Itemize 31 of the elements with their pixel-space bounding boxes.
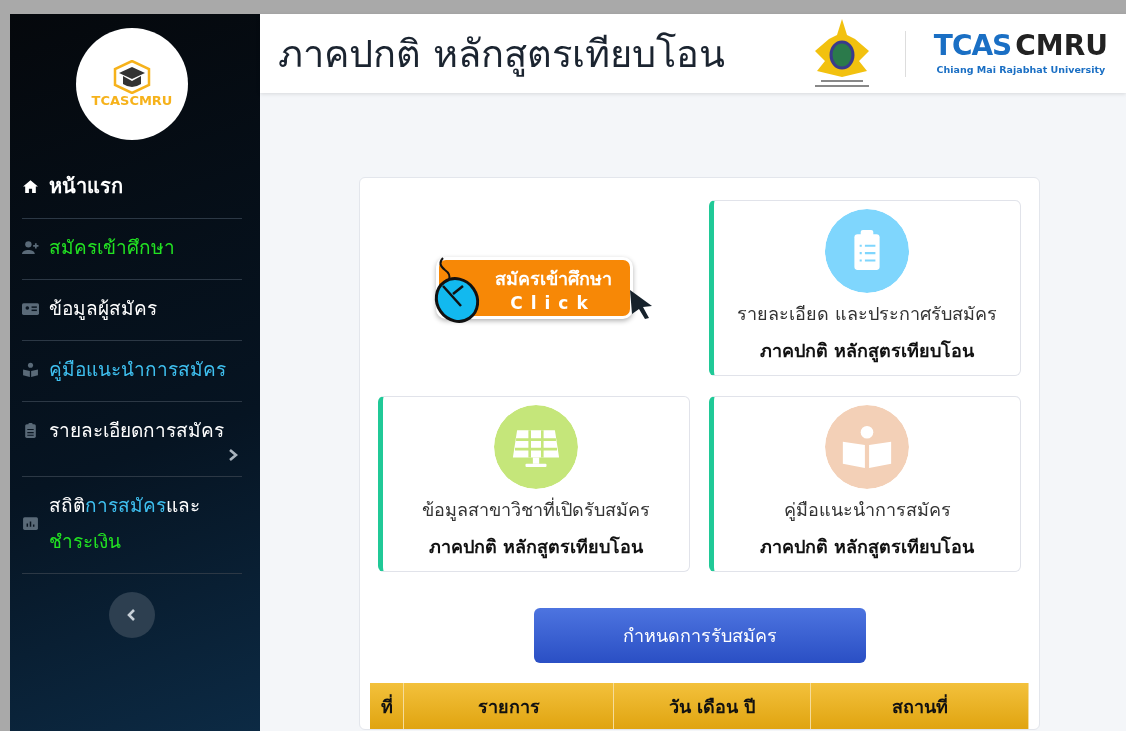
sidebar-item[interactable]: สมัครเข้าศึกษา (22, 219, 242, 280)
card-title: คู่มือแนะนำการสมัคร (783, 498, 951, 523)
tcascmru-logo: TCASCMRU (76, 28, 188, 140)
user-plus-icon (22, 238, 39, 256)
table-header-cell: วัน เดือน ปี (614, 683, 811, 729)
info-card[interactable]: คู่มือแนะนำการสมัคร ภาคปกติ หลักสูตรเทียบโอน (709, 396, 1021, 572)
chevron-left-icon (126, 608, 138, 622)
clipboard-icon (22, 421, 39, 439)
table-header-cell: ที่ (370, 683, 404, 729)
sidebar-item[interactable]: คู่มือแนะนำการสมัคร (22, 341, 242, 402)
sidebar-item[interactable]: สถิติการสมัครและ ชำระเงิน (22, 477, 242, 574)
schedule-button[interactable]: กำหนดการรับสมัคร (533, 608, 866, 663)
table-header-cell: สถานที่ (811, 683, 1029, 729)
collapse-sidebar-button[interactable] (109, 592, 155, 638)
table-header-cell: รายการ (404, 683, 614, 729)
reader-icon (22, 360, 39, 378)
home-icon (22, 177, 39, 195)
card-title: รายละเอียด และประกาศรับสมัคร (737, 302, 997, 326)
info-card[interactable]: รายละเอียด และประกาศรับสมัคร ภาคปกติ หลักสูตรเทียบโอน (709, 200, 1021, 376)
sidebar-item[interactable]: ข้อมูลผู้สมัคร (22, 280, 242, 341)
sidebar-item[interactable]: รายละเอียดการสมัคร (22, 402, 242, 477)
chevron-right-icon (228, 448, 238, 462)
chart-icon (22, 514, 39, 532)
card-title: ข้อมูลสาขาวิชาที่เปิดรับสมัคร (422, 496, 650, 523)
card-subtitle: ภาคปกติ หลักสูตรเทียบโอน (759, 535, 975, 561)
page-title: ภาคปกติ หลักสูตรเทียบโอน (278, 31, 727, 79)
info-card[interactable]: ข้อมูลสาขาวิชาที่เปิดรับสมัคร ภาคปกติ หลักสูตรเทียบโอน (378, 396, 690, 572)
card-subtitle: ภาคปกติ หลักสูตรเทียบโอน (428, 535, 644, 561)
sidebar-item[interactable]: หน้าแรก (22, 168, 242, 219)
card-subtitle: ภาคปกติ หลักสูตรเทียบโอน (759, 339, 975, 365)
tcas-cmru-logo: TCAS CMRU Chiang Mai Rajabhat University (933, 32, 1108, 75)
